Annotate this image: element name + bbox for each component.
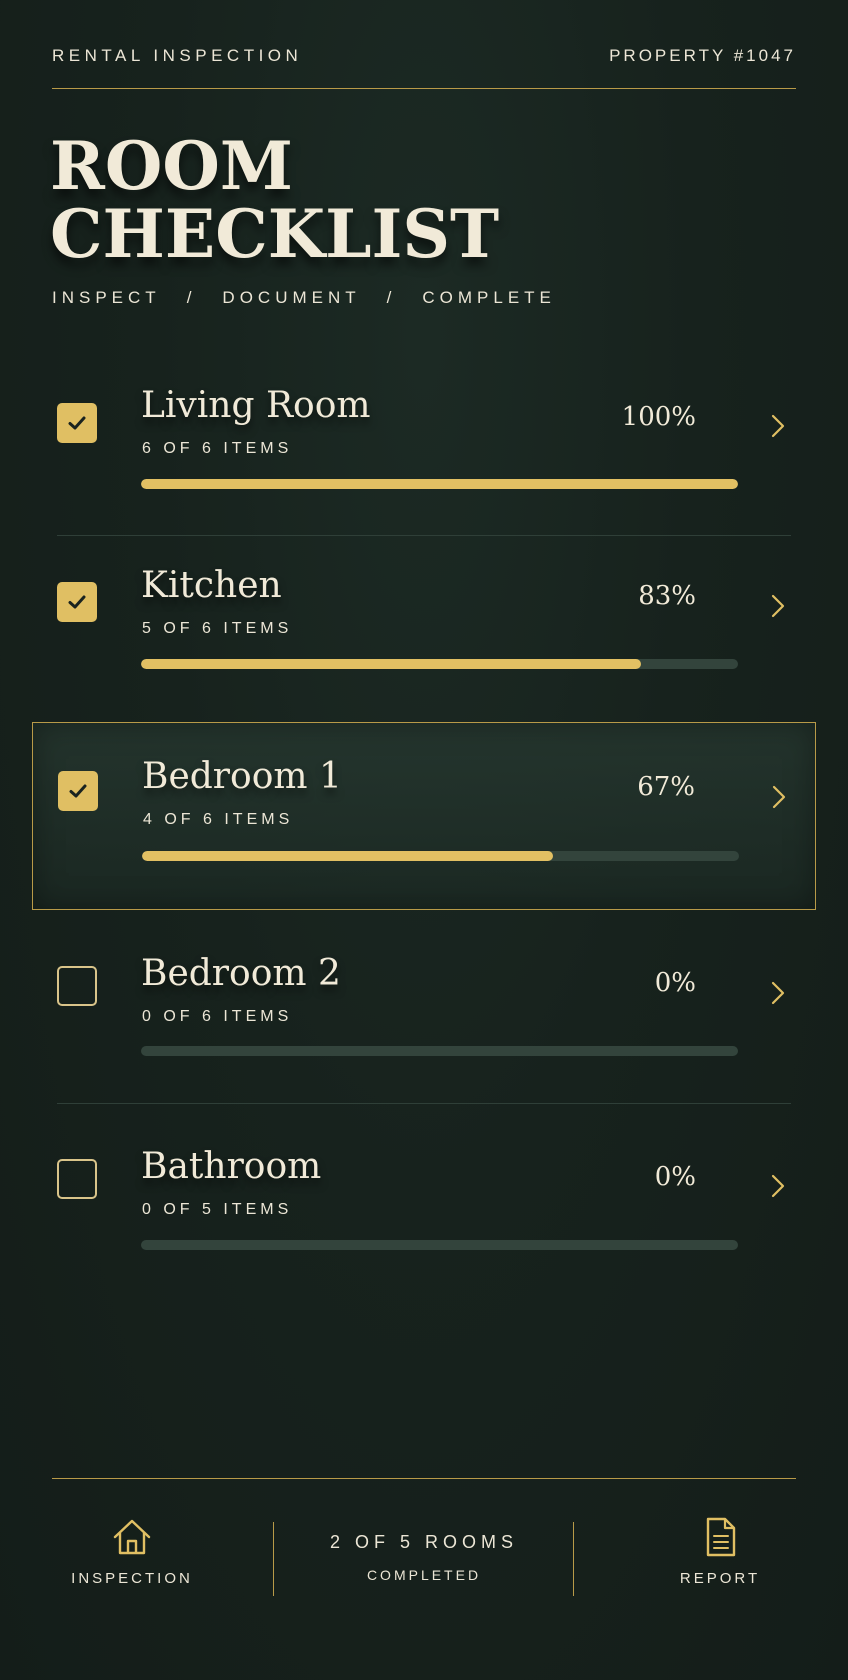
room-progress-bar <box>141 1046 738 1056</box>
room-percent: 67% <box>637 772 695 802</box>
room-progress-fill <box>142 851 553 861</box>
header-divider <box>52 88 796 89</box>
room-percent: 0% <box>654 968 696 998</box>
room-progress-bar <box>141 659 738 669</box>
step-separator: / <box>386 288 397 307</box>
room-row-bedroom-2[interactable]: Bedroom 2 0 OF 6 ITEMS 0% <box>32 936 816 1120</box>
chevron-right-icon[interactable] <box>768 591 788 621</box>
home-icon <box>113 1519 151 1555</box>
step-separator: / <box>186 288 197 307</box>
room-item-count: 4 OF 6 ITEMS <box>143 811 294 828</box>
step-document: DOCUMENT <box>222 288 361 307</box>
room-percent: 0% <box>654 1162 696 1192</box>
nav-report-label: REPORT <box>679 1570 761 1587</box>
room-item-count: 0 OF 6 ITEMS <box>142 1008 293 1025</box>
rooms-completed-label: COMPLETED <box>366 1567 482 1583</box>
nav-inspection-label: INSPECTION <box>71 1570 193 1587</box>
page-title-line1: ROOM <box>50 127 293 205</box>
room-progress-bar <box>142 851 739 861</box>
bottom-navigation: INSPECTION 2 OF 5 ROOMS COMPLETED REPORT <box>0 1480 848 1680</box>
room-progress-bar <box>141 479 738 489</box>
room-checkbox[interactable] <box>57 966 97 1006</box>
room-checkbox[interactable] <box>57 1159 97 1199</box>
room-checkbox[interactable] <box>58 771 98 811</box>
room-checkbox[interactable] <box>57 582 97 622</box>
room-item-count: 0 OF 5 ITEMS <box>142 1201 293 1218</box>
page-title-line2: CHECKLIST <box>50 195 500 273</box>
completion-status: 2 OF 5 ROOMS COMPLETED <box>274 1532 574 1583</box>
room-name: Bedroom 1 <box>142 756 342 797</box>
room-item-count: 5 OF 6 ITEMS <box>142 620 293 637</box>
chevron-right-icon[interactable] <box>768 978 788 1008</box>
chevron-right-icon[interactable] <box>768 411 788 441</box>
room-name: Bathroom <box>141 1146 322 1187</box>
room-percent: 83% <box>638 581 696 611</box>
check-icon <box>68 595 86 609</box>
document-icon <box>706 1517 736 1557</box>
page-title: ROOM CHECKLIST <box>50 132 499 268</box>
nav-report[interactable]: REPORT <box>660 1516 780 1587</box>
chevron-right-icon[interactable] <box>768 1171 788 1201</box>
step-inspect: INSPECT <box>52 288 161 307</box>
room-row-bedroom-1[interactable]: Bedroom 1 4 OF 6 ITEMS 67% <box>32 722 816 910</box>
check-icon <box>69 784 87 798</box>
rooms-completed-count: 2 OF 5 ROOMS <box>329 1532 519 1552</box>
check-icon <box>68 416 86 430</box>
row-divider <box>57 1103 791 1104</box>
room-checkbox[interactable] <box>57 403 97 443</box>
room-name: Bedroom 2 <box>141 953 341 994</box>
property-id: PROPERTY #1047 <box>609 46 796 65</box>
nav-separator <box>573 1522 574 1596</box>
room-progress-fill <box>141 479 738 489</box>
room-progress-bar <box>141 1240 738 1250</box>
footer-divider <box>52 1478 796 1479</box>
room-item-count: 6 OF 6 ITEMS <box>142 440 293 457</box>
chevron-right-icon[interactable] <box>769 782 789 812</box>
room-row-kitchen[interactable]: Kitchen 5 OF 6 ITEMS 83% <box>32 548 816 732</box>
room-row-bathroom[interactable]: Bathroom 0 OF 5 ITEMS 0% <box>32 1130 816 1314</box>
room-name: Living Room <box>141 385 371 426</box>
step-complete: COMPLETE <box>422 288 556 307</box>
workflow-steps: INSPECT / DOCUMENT / COMPLETE <box>52 288 556 308</box>
row-divider <box>57 535 791 536</box>
nav-inspection[interactable]: INSPECTION <box>60 1516 204 1587</box>
room-name: Kitchen <box>141 565 282 606</box>
app-title: RENTAL INSPECTION <box>52 46 303 65</box>
room-percent: 100% <box>621 402 696 432</box>
top-bar: RENTAL INSPECTION PROPERTY #1047 <box>52 46 796 66</box>
room-progress-fill <box>141 659 641 669</box>
room-row-living-room[interactable]: Living Room 6 OF 6 ITEMS 100% <box>32 368 816 552</box>
